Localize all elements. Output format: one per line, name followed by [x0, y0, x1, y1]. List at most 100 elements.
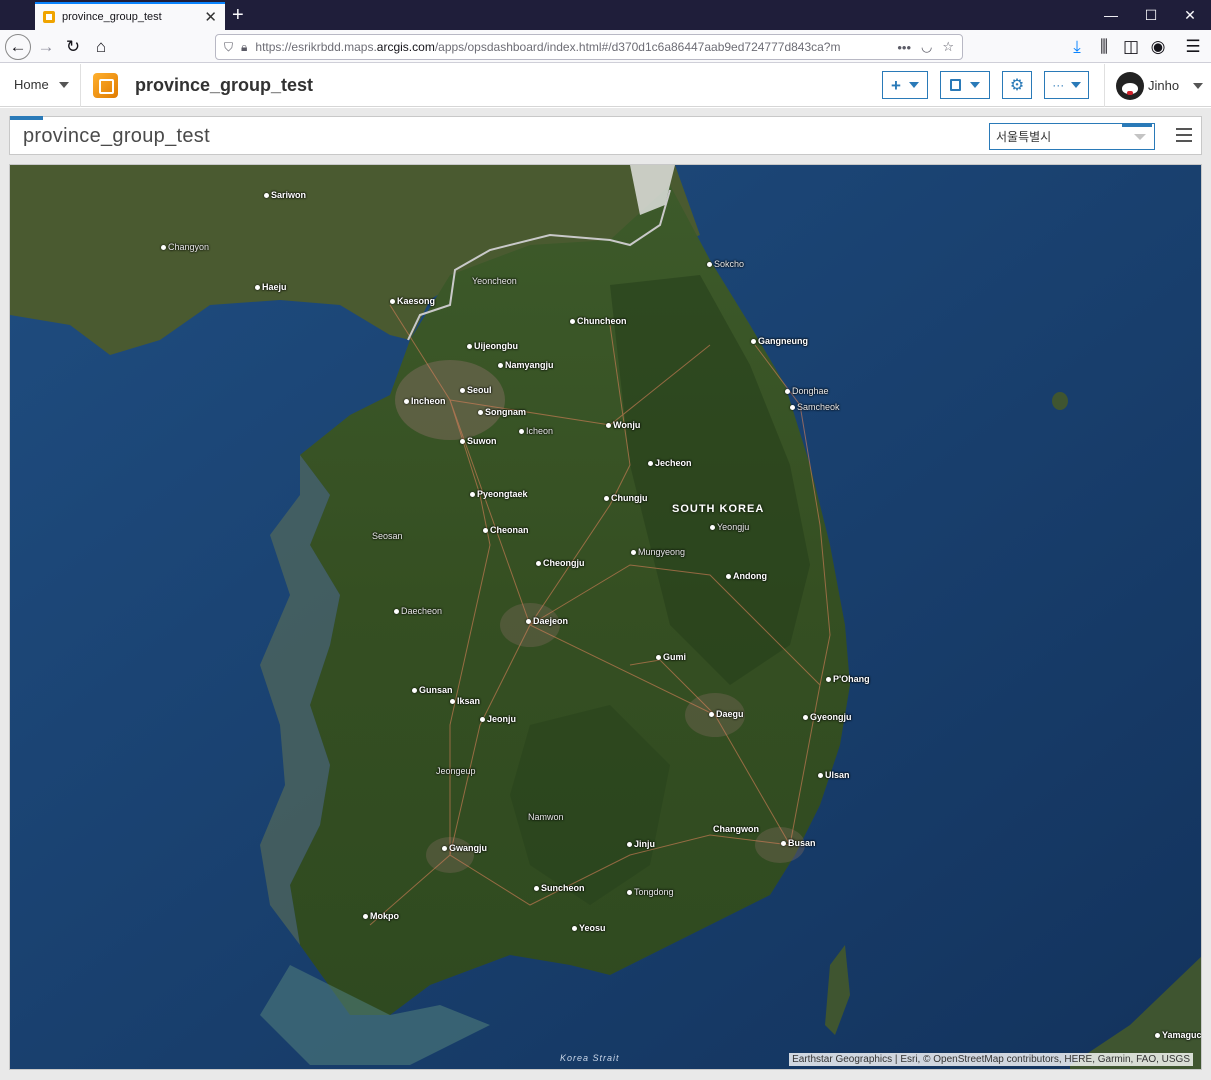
- settings-button[interactable]: ⚙: [1002, 71, 1032, 99]
- address-bar[interactable]: ⛉ 🔒︎ https://esrikrbdd.maps.arcgis.com/a…: [215, 34, 963, 60]
- maximize-window-button[interactable]: ☐: [1131, 0, 1171, 30]
- city-label: Gunsan: [412, 685, 453, 695]
- city-label: Jeongeup: [436, 766, 476, 776]
- city-label: Chungju: [604, 493, 648, 503]
- city-label: Seosan: [372, 531, 403, 541]
- element-handle[interactable]: [10, 116, 43, 120]
- strait-label: Korea Strait: [560, 1053, 620, 1063]
- pocket-icon[interactable]: ◡: [921, 39, 932, 55]
- account-icon[interactable]: ◉: [1144, 33, 1172, 61]
- city-label: Andong: [726, 571, 767, 581]
- city-label: Songnam: [478, 407, 526, 417]
- map-attribution[interactable]: Earthstar Geographics | Esri, © OpenStre…: [789, 1053, 1193, 1066]
- more-options-button[interactable]: ···: [1044, 71, 1089, 99]
- new-tab-button[interactable]: +: [232, 3, 244, 27]
- city-label: Sokcho: [707, 259, 744, 269]
- lock-icon[interactable]: 🔒︎: [241, 40, 247, 55]
- forward-arrow-icon[interactable]: →: [32, 33, 60, 61]
- city-label: Changyon: [161, 242, 209, 252]
- city-label: Namyangju: [498, 360, 554, 370]
- city-label: Yamaguchi: [1155, 1030, 1201, 1040]
- city-label: Seoul: [460, 385, 492, 395]
- minimize-window-button[interactable]: —: [1091, 0, 1131, 30]
- city-label: Icheon: [519, 426, 553, 436]
- chevron-down-icon: [58, 81, 69, 88]
- city-label: Kaesong: [390, 296, 435, 306]
- close-tab-icon[interactable]: ✕: [204, 8, 217, 26]
- selector-value: 서울특별시: [996, 130, 1052, 144]
- dashboard-logo-icon: [93, 73, 118, 98]
- back-arrow-icon[interactable]: ←: [5, 34, 31, 60]
- app-menu-icon[interactable]: ☰: [1179, 33, 1207, 61]
- divider: [80, 64, 81, 107]
- chevron-down-icon: [970, 82, 981, 88]
- city-label: Daecheon: [394, 606, 442, 616]
- chevron-down-icon: [1193, 82, 1204, 89]
- page-actions-icon[interactable]: •••: [897, 40, 911, 55]
- city-label: Incheon: [404, 396, 446, 406]
- city-label: Yeongju: [710, 522, 749, 532]
- city-label: Yeosu: [572, 923, 606, 933]
- avatar[interactable]: [1116, 72, 1144, 100]
- chevron-down-icon: [1070, 82, 1081, 88]
- city-label: Changwon: [713, 824, 759, 834]
- city-label: Chuncheon: [570, 316, 627, 326]
- city-label: Gumi: [656, 652, 686, 662]
- element-handle[interactable]: [1122, 123, 1152, 127]
- map-view[interactable]: Sariwon Changyon Haeju Kaesong Yeoncheon…: [9, 164, 1202, 1070]
- add-element-button[interactable]: +: [882, 71, 928, 99]
- city-label: P'Ohang: [826, 674, 870, 684]
- sidebar-icon[interactable]: ◫: [1117, 33, 1145, 61]
- city-label: Suwon: [460, 436, 497, 446]
- browser-tab[interactable]: province_group_test ✕: [35, 2, 225, 30]
- city-label: Suncheon: [534, 883, 585, 893]
- home-icon[interactable]: ⌂: [87, 33, 115, 61]
- reload-icon[interactable]: ↻: [59, 33, 87, 61]
- tab-title: province_group_test: [62, 11, 162, 23]
- city-label: Gangneung: [751, 336, 808, 346]
- city-label: Ulsan: [818, 770, 850, 780]
- city-label: Daegu: [709, 709, 744, 719]
- save-icon: [949, 79, 961, 91]
- dashboard-title: province_group_test: [23, 125, 210, 147]
- bookmark-star-icon[interactable]: ☆: [942, 39, 954, 55]
- hamburger-menu-icon[interactable]: [1176, 128, 1192, 142]
- country-label: SOUTH KOREA: [672, 503, 765, 515]
- city-label: Yeoncheon: [472, 276, 517, 286]
- city-label: Tongdong: [627, 887, 674, 897]
- library-icon[interactable]: ⫼: [1090, 33, 1118, 61]
- city-label: Cheongju: [536, 558, 585, 568]
- divider: [1104, 64, 1105, 107]
- home-label: Home: [14, 77, 49, 92]
- download-icon[interactable]: ⤓: [1063, 33, 1091, 61]
- city-label: Busan: [781, 838, 816, 848]
- city-label: Iksan: [450, 696, 480, 706]
- city-label: Daejeon: [526, 616, 568, 626]
- save-button[interactable]: [940, 71, 990, 99]
- city-label: Namwon: [528, 812, 564, 822]
- city-label: Sariwon: [264, 190, 306, 200]
- dashboard-header: province_group_test 서울특별시: [9, 116, 1202, 155]
- city-label: Mokpo: [363, 911, 399, 921]
- city-label: Wonju: [606, 420, 640, 430]
- gear-icon: ⚙: [1009, 77, 1025, 94]
- chevron-down-icon: [1134, 134, 1146, 140]
- plus-icon: +: [891, 75, 901, 95]
- satellite-basemap: [10, 165, 1201, 1069]
- url-text[interactable]: https://esrikrbdd.maps.arcgis.com/apps/o…: [255, 40, 887, 54]
- home-menu[interactable]: Home: [14, 77, 69, 92]
- app-header: Home province_group_test + ⚙ ··· Jinho: [0, 64, 1211, 107]
- dashboard-favicon-icon: [43, 11, 55, 23]
- city-label: Samcheok: [790, 402, 840, 412]
- city-label: Gwangju: [442, 843, 487, 853]
- city-label: Jinju: [627, 839, 655, 849]
- city-label: Gyeongju: [803, 712, 852, 722]
- city-label: Jecheon: [648, 458, 692, 468]
- user-menu[interactable]: Jinho: [1148, 78, 1204, 93]
- shield-icon[interactable]: ⛉: [224, 40, 233, 55]
- close-window-button[interactable]: ✕: [1170, 0, 1210, 30]
- province-selector[interactable]: 서울특별시: [989, 123, 1155, 150]
- city-label: Uijeongbu: [467, 341, 518, 351]
- city-label: Cheonan: [483, 525, 529, 535]
- city-label: Jeonju: [480, 714, 516, 724]
